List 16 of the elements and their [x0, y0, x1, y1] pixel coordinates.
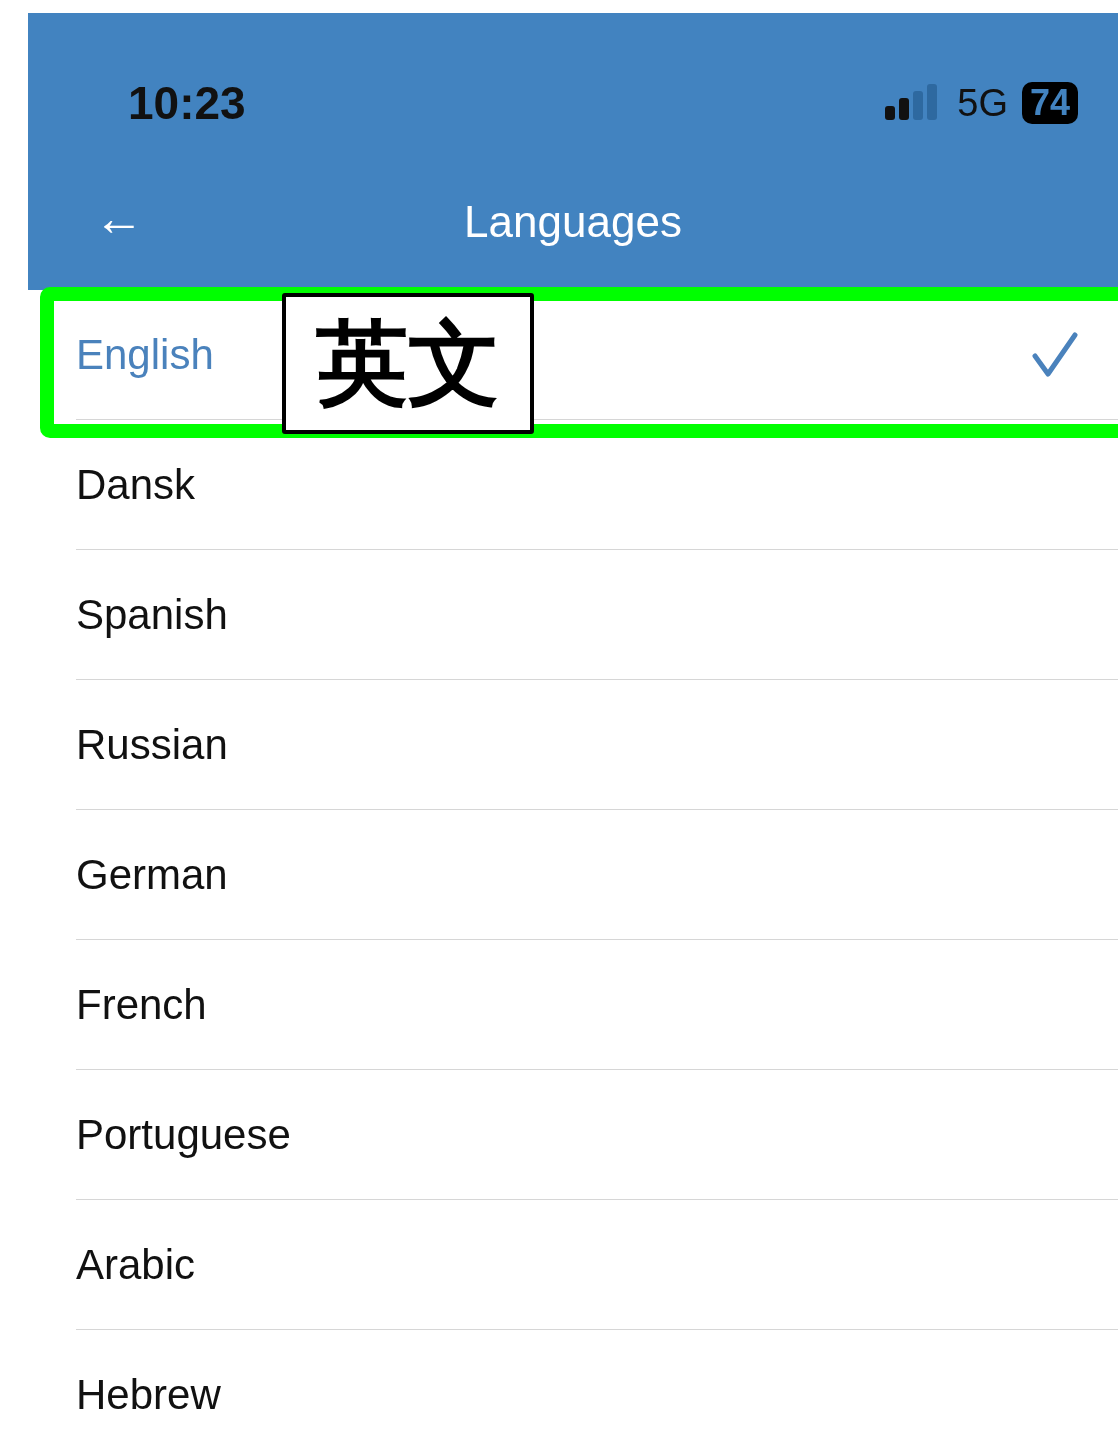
language-option[interactable]: Russian: [76, 713, 228, 776]
battery-level: 74: [1021, 82, 1078, 124]
language-option[interactable]: Spanish: [76, 583, 228, 646]
language-option[interactable]: Hebrew: [76, 1363, 221, 1426]
status-time: 10:23: [128, 75, 246, 131]
language-option[interactable]: Portuguese: [76, 1103, 291, 1166]
screen-title: Languages: [464, 195, 682, 248]
language-option[interactable]: German: [76, 843, 228, 906]
language-option[interactable]: English: [76, 323, 214, 386]
language-option[interactable]: Arabic: [76, 1233, 196, 1296]
language-option[interactable]: Dansk: [76, 453, 196, 516]
back-button[interactable]: ←: [94, 192, 144, 251]
annotation-label: 英文: [282, 293, 534, 434]
language-option[interactable]: French: [76, 973, 207, 1036]
checkmark-icon: [1032, 331, 1078, 378]
network-label: 5G: [957, 80, 1008, 126]
